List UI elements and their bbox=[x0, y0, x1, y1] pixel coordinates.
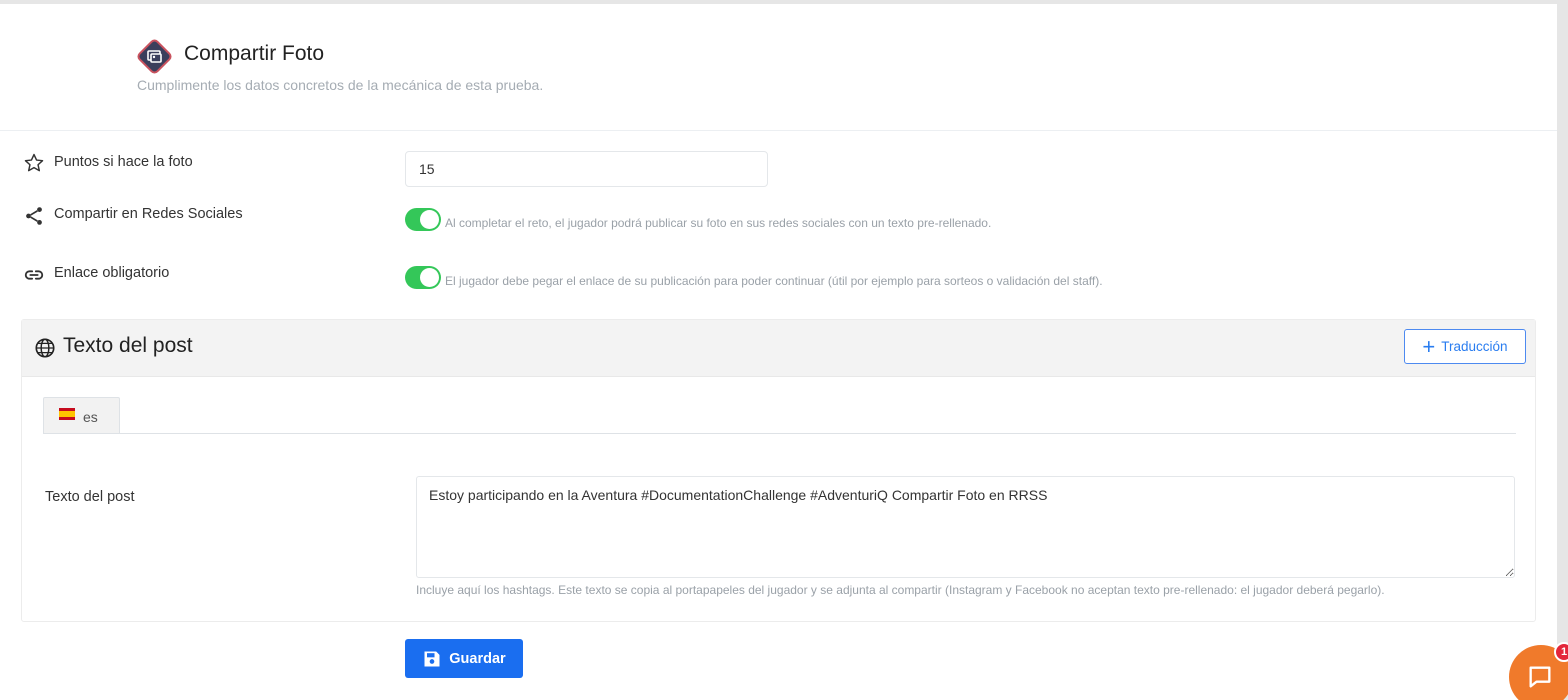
notification-badge: 1 bbox=[1554, 642, 1568, 662]
chat-icon bbox=[1529, 666, 1551, 688]
post-panel-header: Texto del post + Traducción bbox=[22, 320, 1535, 377]
add-translation-button[interactable]: + Traducción bbox=[1404, 329, 1526, 364]
post-panel-title: Texto del post bbox=[63, 334, 193, 357]
section-header: Compartir Foto Cumplimente los datos con… bbox=[0, 4, 1557, 131]
post-text-help: Incluye aquí los hashtags. Este texto se… bbox=[416, 583, 1385, 597]
photo-share-diamond-icon bbox=[137, 39, 172, 74]
points-input[interactable] bbox=[405, 151, 768, 187]
share-description: Al completar el reto, el jugador podrá p… bbox=[445, 216, 992, 230]
points-label: Puntos si hace la foto bbox=[54, 154, 193, 170]
link-description: El jugador debe pegar el enlace de su pu… bbox=[445, 274, 1103, 288]
share-label: Compartir en Redes Sociales bbox=[54, 206, 243, 222]
share-toggle[interactable] bbox=[405, 208, 441, 231]
post-text-textarea[interactable]: Estoy participando en la Aventura #Docum… bbox=[416, 476, 1515, 578]
save-button-label: Guardar bbox=[449, 650, 506, 667]
globe-icon bbox=[35, 338, 55, 358]
link-toggle[interactable] bbox=[405, 266, 441, 289]
save-button[interactable]: Guardar bbox=[405, 639, 523, 678]
main-card: Compartir Foto Cumplimente los datos con… bbox=[0, 4, 1557, 700]
page-subtitle: Cumplimente los datos concretos de la me… bbox=[137, 77, 544, 93]
plus-icon: + bbox=[1422, 333, 1436, 359]
link-label: Enlace obligatorio bbox=[54, 265, 170, 281]
floppy-disk-icon bbox=[424, 651, 440, 666]
tabs-divider bbox=[43, 433, 1516, 434]
page-title: Compartir Foto bbox=[184, 42, 325, 65]
tab-es[interactable]: es bbox=[43, 397, 120, 434]
link-icon bbox=[24, 270, 44, 280]
post-text-label: Texto del post bbox=[45, 489, 135, 505]
star-icon bbox=[24, 153, 44, 172]
add-translation-label: Traducción bbox=[1441, 339, 1508, 354]
share-icon bbox=[26, 207, 42, 225]
spain-flag-icon bbox=[59, 408, 75, 420]
tab-es-label: es bbox=[83, 409, 98, 425]
post-text-panel: Texto del post + Traducción es Texto del… bbox=[21, 319, 1536, 622]
